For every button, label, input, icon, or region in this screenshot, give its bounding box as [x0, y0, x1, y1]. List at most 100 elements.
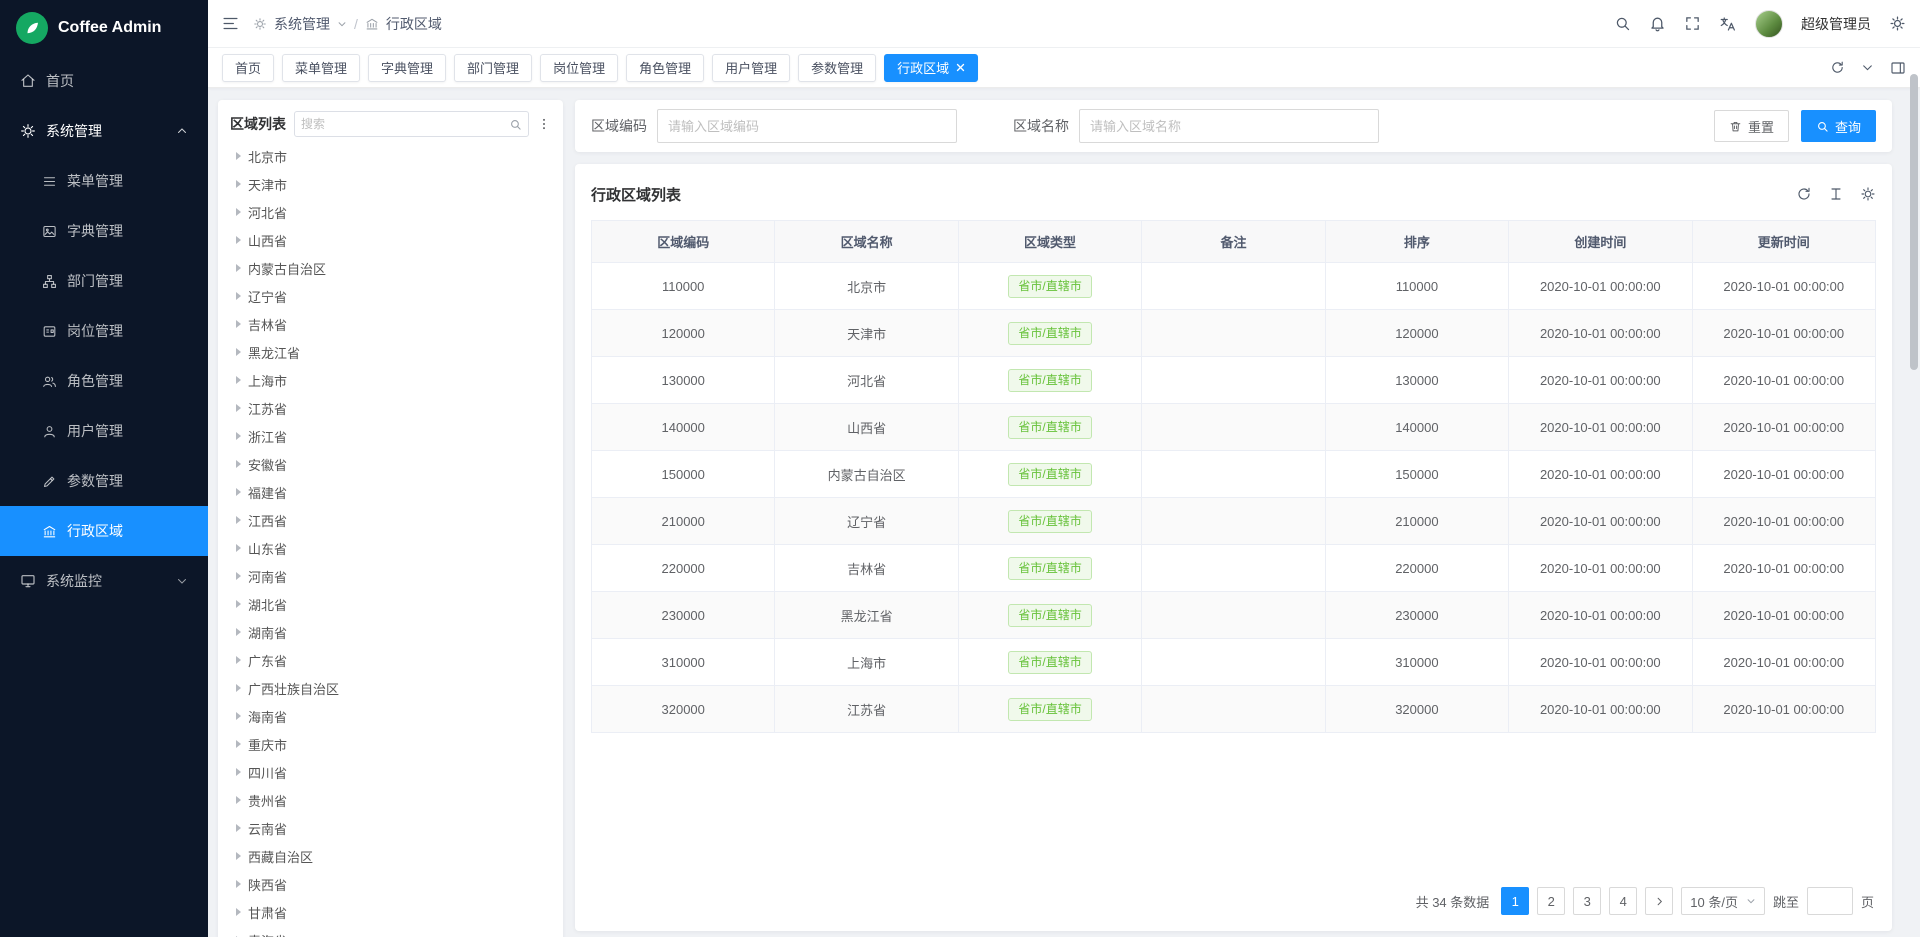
sidebar-item-dict-mgmt[interactable]: 字典管理 — [0, 206, 208, 256]
sidebar-group-monitor[interactable]: 系统监控 — [0, 556, 208, 606]
tree-item[interactable]: 黑龙江省 — [230, 338, 551, 366]
search-button[interactable]: 查询 — [1801, 110, 1876, 142]
chevron-right-icon[interactable] — [236, 852, 241, 860]
tree-item[interactable]: 辽宁省 — [230, 282, 551, 310]
chevron-right-icon[interactable] — [236, 348, 241, 356]
table-row[interactable]: 310000 上海市 省市/直辖市 310000 2020-10-01 00:0… — [592, 639, 1876, 686]
sidebar-collapse-icon[interactable] — [222, 15, 239, 32]
table-row[interactable]: 130000 河北省 省市/直辖市 130000 2020-10-01 00:0… — [592, 357, 1876, 404]
table-row[interactable]: 210000 辽宁省 省市/直辖市 210000 2020-10-01 00:0… — [592, 498, 1876, 545]
chevron-down-icon[interactable] — [337, 19, 347, 29]
tree-item[interactable]: 湖北省 — [230, 590, 551, 618]
chevron-right-icon[interactable] — [236, 236, 241, 244]
chevron-right-icon[interactable] — [236, 712, 241, 720]
tree-item[interactable]: 北京市 — [230, 142, 551, 170]
chevron-right-icon[interactable] — [236, 152, 241, 160]
page-size-select[interactable]: 10 条/页 — [1681, 887, 1765, 915]
close-icon[interactable] — [956, 63, 965, 72]
tab[interactable]: 岗位管理 — [540, 54, 618, 82]
jump-page-input[interactable] — [1807, 887, 1853, 915]
tab[interactable]: 首页 — [222, 54, 274, 82]
settings-gear-icon[interactable] — [1889, 15, 1906, 32]
tab[interactable]: 菜单管理 — [282, 54, 360, 82]
tree-item[interactable]: 江西省 — [230, 506, 551, 534]
chevron-right-icon[interactable] — [236, 628, 241, 636]
refresh-icon[interactable] — [1796, 186, 1812, 202]
column-settings-gear-icon[interactable] — [1860, 186, 1876, 202]
tree-item[interactable]: 广西壮族自治区 — [230, 674, 551, 702]
tree-search-input[interactable] — [301, 117, 509, 131]
chevron-right-icon[interactable] — [236, 404, 241, 412]
tree-item[interactable]: 西藏自治区 — [230, 842, 551, 870]
tree-item[interactable]: 四川省 — [230, 758, 551, 786]
table-row[interactable]: 150000 内蒙古自治区 省市/直辖市 150000 2020-10-01 0… — [592, 451, 1876, 498]
tree-item[interactable]: 陕西省 — [230, 870, 551, 898]
chevron-right-icon[interactable] — [236, 684, 241, 692]
tree-item[interactable]: 广东省 — [230, 646, 551, 674]
fullscreen-icon[interactable] — [1684, 15, 1701, 32]
translate-icon[interactable] — [1719, 15, 1737, 33]
chevron-right-icon[interactable] — [236, 544, 241, 552]
chevron-right-icon[interactable] — [236, 180, 241, 188]
page-button-1[interactable]: 1 — [1501, 887, 1529, 915]
page-button-3[interactable]: 3 — [1573, 887, 1601, 915]
chevron-right-icon[interactable] — [236, 488, 241, 496]
table-row[interactable]: 220000 吉林省 省市/直辖市 220000 2020-10-01 00:0… — [592, 545, 1876, 592]
more-vertical-icon[interactable] — [537, 117, 551, 131]
tree-item[interactable]: 重庆市 — [230, 730, 551, 758]
tree-item[interactable]: 安徽省 — [230, 450, 551, 478]
tree-item[interactable]: 福建省 — [230, 478, 551, 506]
tree-item[interactable]: 浙江省 — [230, 422, 551, 450]
tree-item[interactable]: 天津市 — [230, 170, 551, 198]
search-icon[interactable] — [1614, 15, 1631, 32]
tree-item[interactable]: 吉林省 — [230, 310, 551, 338]
refresh-icon[interactable] — [1830, 60, 1845, 75]
page-button-4[interactable]: 4 — [1609, 887, 1637, 915]
tab[interactable]: 角色管理 — [626, 54, 704, 82]
tree-item[interactable]: 江苏省 — [230, 394, 551, 422]
tree-item[interactable]: 甘肃省 — [230, 898, 551, 926]
sidebar-item-param-mgmt[interactable]: 参数管理 — [0, 456, 208, 506]
chevron-right-icon[interactable] — [236, 600, 241, 608]
table-row[interactable]: 230000 黑龙江省 省市/直辖市 230000 2020-10-01 00:… — [592, 592, 1876, 639]
tree-item[interactable]: 河北省 — [230, 198, 551, 226]
sidebar-item-menu-mgmt[interactable]: 菜单管理 — [0, 156, 208, 206]
tab[interactable]: 部门管理 — [454, 54, 532, 82]
sidebar-item-post-mgmt[interactable]: 岗位管理 — [0, 306, 208, 356]
page-scrollbar[interactable] — [1910, 74, 1918, 370]
chevron-right-icon[interactable] — [236, 880, 241, 888]
chevron-right-icon[interactable] — [236, 572, 241, 580]
avatar[interactable] — [1755, 10, 1783, 38]
chevron-right-icon[interactable] — [236, 208, 241, 216]
table-row[interactable]: 120000 天津市 省市/直辖市 120000 2020-10-01 00:0… — [592, 310, 1876, 357]
table-row[interactable]: 110000 北京市 省市/直辖市 110000 2020-10-01 00:0… — [592, 263, 1876, 310]
tree-item[interactable]: 上海市 — [230, 366, 551, 394]
tree-item[interactable]: 内蒙古自治区 — [230, 254, 551, 282]
chevron-down-icon[interactable] — [1861, 61, 1874, 74]
tab[interactable]: 用户管理 — [712, 54, 790, 82]
tree-item[interactable]: 湖南省 — [230, 618, 551, 646]
chevron-right-icon[interactable] — [236, 516, 241, 524]
next-page-button[interactable] — [1645, 887, 1673, 915]
chevron-right-icon[interactable] — [236, 796, 241, 804]
sidebar-item-home[interactable]: 首页 — [0, 56, 208, 106]
chevron-right-icon[interactable] — [236, 376, 241, 384]
search-icon[interactable] — [509, 118, 522, 131]
tree-item[interactable]: 云南省 — [230, 814, 551, 842]
tab[interactable]: 参数管理 — [798, 54, 876, 82]
tab-active[interactable]: 行政区域 — [884, 54, 978, 82]
tree-item[interactable]: 青海省 — [230, 926, 551, 937]
region-code-input[interactable] — [657, 109, 957, 143]
chevron-right-icon[interactable] — [236, 460, 241, 468]
table-row[interactable]: 320000 江苏省 省市/直辖市 320000 2020-10-01 00:0… — [592, 686, 1876, 733]
chevron-right-icon[interactable] — [236, 656, 241, 664]
page-button-2[interactable]: 2 — [1537, 887, 1565, 915]
chevron-right-icon[interactable] — [236, 824, 241, 832]
sidebar-item-role-mgmt[interactable]: 角色管理 — [0, 356, 208, 406]
tree-item[interactable]: 海南省 — [230, 702, 551, 730]
table-row[interactable]: 140000 山西省 省市/直辖市 140000 2020-10-01 00:0… — [592, 404, 1876, 451]
chevron-right-icon[interactable] — [236, 264, 241, 272]
chevron-right-icon[interactable] — [236, 740, 241, 748]
tree-item[interactable]: 山东省 — [230, 534, 551, 562]
region-name-input[interactable] — [1079, 109, 1379, 143]
